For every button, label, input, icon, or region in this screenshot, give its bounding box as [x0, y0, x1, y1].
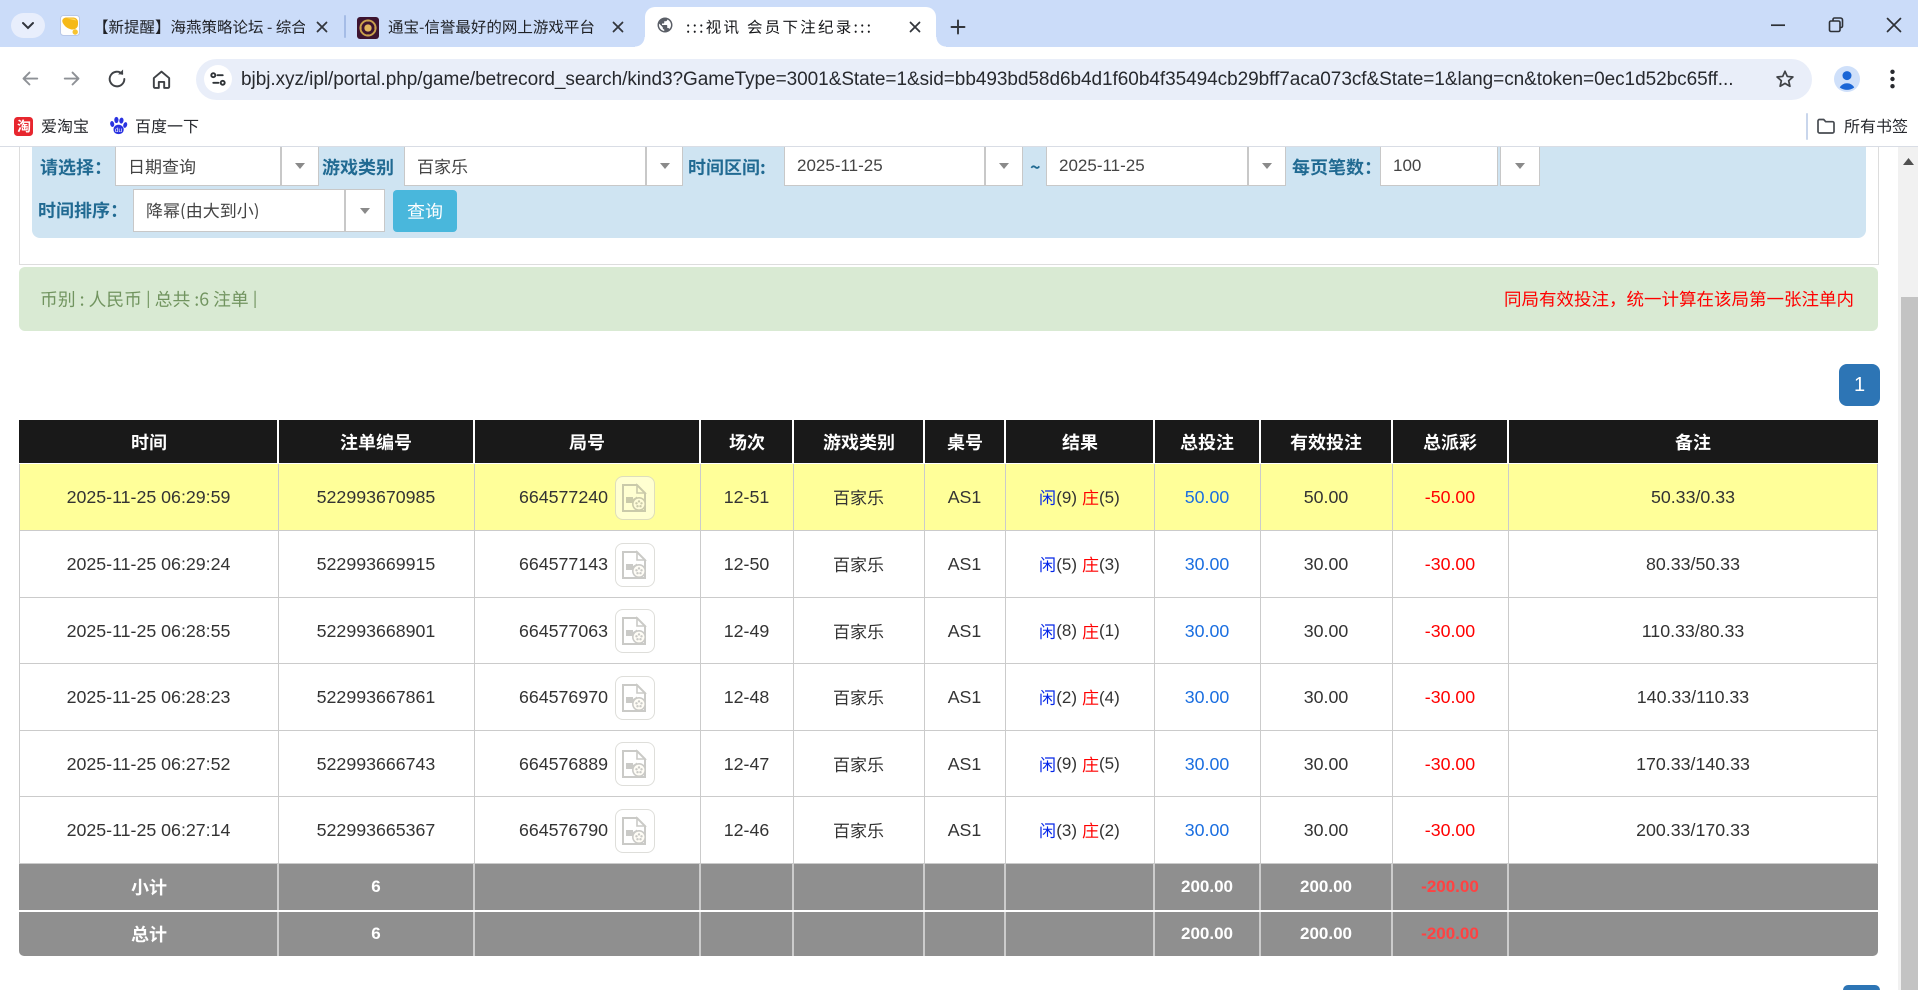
svg-text:du: du: [115, 127, 123, 134]
